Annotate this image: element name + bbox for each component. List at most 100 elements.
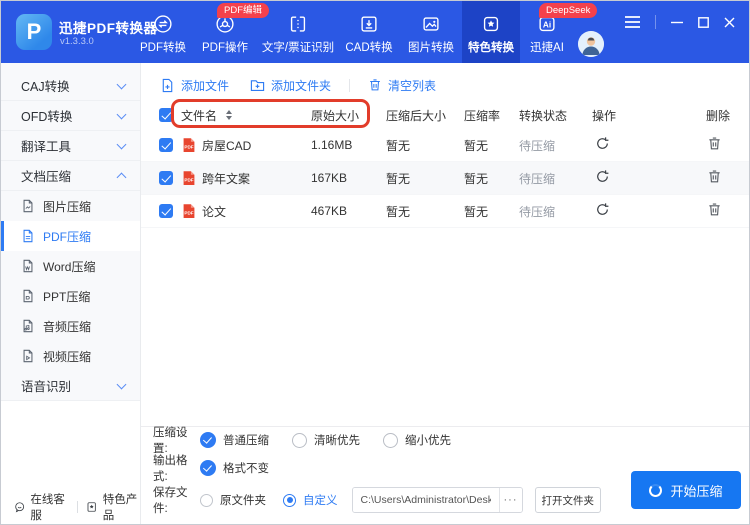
- option-keep-format[interactable]: 格式不变: [200, 460, 269, 476]
- delete-trash-icon[interactable]: [707, 169, 749, 187]
- sidebar-item-caj-convert[interactable]: CAJ转换: [1, 71, 140, 101]
- window-controls: [625, 15, 735, 29]
- nav-tab-label: PDF转换: [140, 41, 186, 54]
- save-path-group: ···: [351, 487, 523, 513]
- sidebar-item-audio-compress[interactable]: 音频压缩: [1, 311, 140, 341]
- table-header-row: 文件名 原始大小 压缩后大小 压缩率 转换状态 操作 删除: [141, 101, 749, 129]
- delete-trash-icon[interactable]: [707, 136, 749, 154]
- save-location-row: 保存文件: 原文件夹 自定义 ··· 打开文件夹: [153, 486, 601, 515]
- start-compress-button[interactable]: 开始压缩: [631, 471, 741, 509]
- footer-divider: [76, 501, 78, 513]
- option-size-first[interactable]: 缩小优先: [383, 432, 451, 448]
- option-original-folder[interactable]: 原文件夹: [200, 492, 266, 508]
- output-format-label: 输出格式:: [153, 455, 188, 483]
- nav-tab-image-convert[interactable]: 图片转换: [400, 1, 462, 63]
- table-row: PDF 论文 467KB 暂无 暂无 待压缩: [141, 195, 749, 228]
- featured-products-label: 特色产品: [102, 494, 138, 522]
- maximize-icon[interactable]: [698, 16, 709, 28]
- svg-text:Ai: Ai: [543, 20, 551, 29]
- output-format-row: 输出格式: 格式不变: [153, 455, 292, 483]
- minimize-icon[interactable]: [671, 16, 683, 28]
- option-clarity-first[interactable]: 清晰优先: [292, 432, 360, 448]
- close-icon[interactable]: [724, 17, 735, 28]
- compress-refresh-icon[interactable]: [595, 202, 701, 220]
- option-label: 普通压缩: [223, 435, 269, 447]
- nav-tab-featured-convert[interactable]: 特色转换: [462, 1, 520, 63]
- sidebar-item-doc-compress[interactable]: 文档压缩: [1, 161, 140, 191]
- add-folder-label: 添加文件夹: [271, 78, 332, 93]
- option-label: 格式不变: [223, 463, 269, 475]
- video-doc-icon: [23, 349, 33, 363]
- menu-icon[interactable]: [625, 16, 640, 28]
- file-toolbar: 添加文件 添加文件夹 清空列表: [160, 72, 436, 98]
- sidebar-item-pdf-compress[interactable]: PDF压缩: [1, 221, 140, 251]
- toolbar-divider: [349, 78, 351, 92]
- nav-tab-pdf-convert[interactable]: PDF转换: [134, 1, 192, 63]
- featured-products-link[interactable]: 特色产品: [86, 491, 140, 523]
- start-compress-label: 开始压缩: [670, 483, 723, 499]
- sidebar-item-video-compress[interactable]: 视频压缩: [1, 341, 140, 371]
- sort-icon[interactable]: [226, 110, 233, 120]
- original-size: 467KB: [311, 204, 348, 218]
- radio-selected-icon: [283, 493, 296, 507]
- chevron-up-icon: [116, 172, 127, 183]
- select-all-checkbox[interactable]: [159, 108, 173, 122]
- nav-tab-ocr[interactable]: 文字/票证识别: [258, 1, 338, 63]
- nav-tab-label: 文字/票证识别: [261, 41, 335, 54]
- main-nav: PDF转换 PDF编辑 PDF操作 文字/票证识别 CAD转换 图片转换 特色转…: [134, 1, 598, 63]
- user-avatar[interactable]: [578, 31, 604, 57]
- app-logo: P: [16, 14, 52, 50]
- column-header-filename[interactable]: 文件名: [181, 107, 306, 124]
- compress-refresh-icon[interactable]: [595, 169, 701, 187]
- option-custom-folder[interactable]: 自定义: [283, 492, 338, 508]
- row-checkbox[interactable]: [159, 171, 173, 185]
- open-folder-button[interactable]: 打开文件夹: [534, 487, 601, 513]
- sidebar-item-speech-recognition[interactable]: 语音识别: [1, 371, 140, 401]
- svg-text:PDF: PDF: [184, 144, 193, 149]
- sidebar-item-word-compress[interactable]: Word压缩: [1, 251, 140, 281]
- sidebar-item-translate-tools[interactable]: 翻译工具: [1, 131, 140, 161]
- file-table: 文件名 原始大小 压缩后大小 压缩率 转换状态 操作 删除 PDF 房屋CAD …: [141, 101, 749, 228]
- avatar-person-icon: [578, 31, 604, 57]
- table-row: PDF 房屋CAD 1.16MB 暂无 暂无 待压缩: [141, 129, 749, 162]
- column-header-original-size: 原始大小: [311, 108, 360, 123]
- ratio: 暂无: [464, 171, 489, 186]
- compressed-size: 暂无: [386, 138, 411, 153]
- deepseek-badge: DeepSeek: [539, 3, 598, 18]
- add-file-button[interactable]: 添加文件: [160, 77, 229, 94]
- column-header-status: 转换状态: [519, 108, 568, 123]
- compress-refresh-icon[interactable]: [595, 136, 701, 154]
- ppt-doc-icon: [23, 289, 33, 303]
- nav-tab-label: CAD转换: [345, 41, 393, 54]
- main-panel: 添加文件 添加文件夹 清空列表 文件名 原始大小 压缩后大小 压缩率 转换状态 …: [141, 63, 749, 524]
- online-service-link[interactable]: 在线客服: [14, 491, 68, 523]
- option-label: 清晰优先: [314, 435, 360, 447]
- pdf-file-icon: PDF: [183, 171, 195, 185]
- browse-more-button[interactable]: ···: [498, 488, 522, 512]
- delete-trash-icon[interactable]: [707, 202, 749, 220]
- save-path-input[interactable]: [352, 488, 499, 512]
- sidebar-group-label: 语音识别: [21, 380, 72, 394]
- sidebar-item-ofd-convert[interactable]: OFD转换: [1, 101, 140, 131]
- radio-unselected-icon: [292, 432, 307, 448]
- sidebar-item-image-compress[interactable]: 图片压缩: [1, 191, 140, 221]
- nav-tab-ai[interactable]: DeepSeek Ai 迅捷AI: [520, 1, 598, 63]
- sidebar-group-label: OFD转换: [21, 110, 73, 124]
- sidebar-group-label: 文档压缩: [21, 170, 72, 184]
- titlebar: P 迅捷PDF转换器 v1.3.3.0 PDF转换 PDF编辑 PDF操作 文字…: [1, 1, 749, 63]
- option-normal-compress[interactable]: 普通压缩: [200, 432, 269, 448]
- nav-tab-pdf-edit[interactable]: PDF编辑 PDF操作: [192, 1, 270, 63]
- nav-tab-cad-convert[interactable]: CAD转换: [338, 1, 400, 63]
- row-checkbox[interactable]: [159, 204, 173, 218]
- clear-list-button[interactable]: 清空列表: [368, 77, 436, 94]
- file-name-cell: PDF 论文: [181, 203, 306, 220]
- file-name: 房屋CAD: [202, 138, 252, 153]
- chevron-down-icon: [116, 139, 127, 149]
- nav-tab-label: 迅捷AI: [530, 41, 564, 54]
- add-folder-button[interactable]: 添加文件夹: [250, 77, 331, 94]
- pdf-doc-icon: [23, 229, 33, 243]
- audio-doc-icon: [23, 319, 33, 333]
- option-label: 缩小优先: [405, 435, 451, 447]
- sidebar-item-ppt-compress[interactable]: PPT压缩: [1, 281, 140, 311]
- row-checkbox[interactable]: [159, 138, 173, 152]
